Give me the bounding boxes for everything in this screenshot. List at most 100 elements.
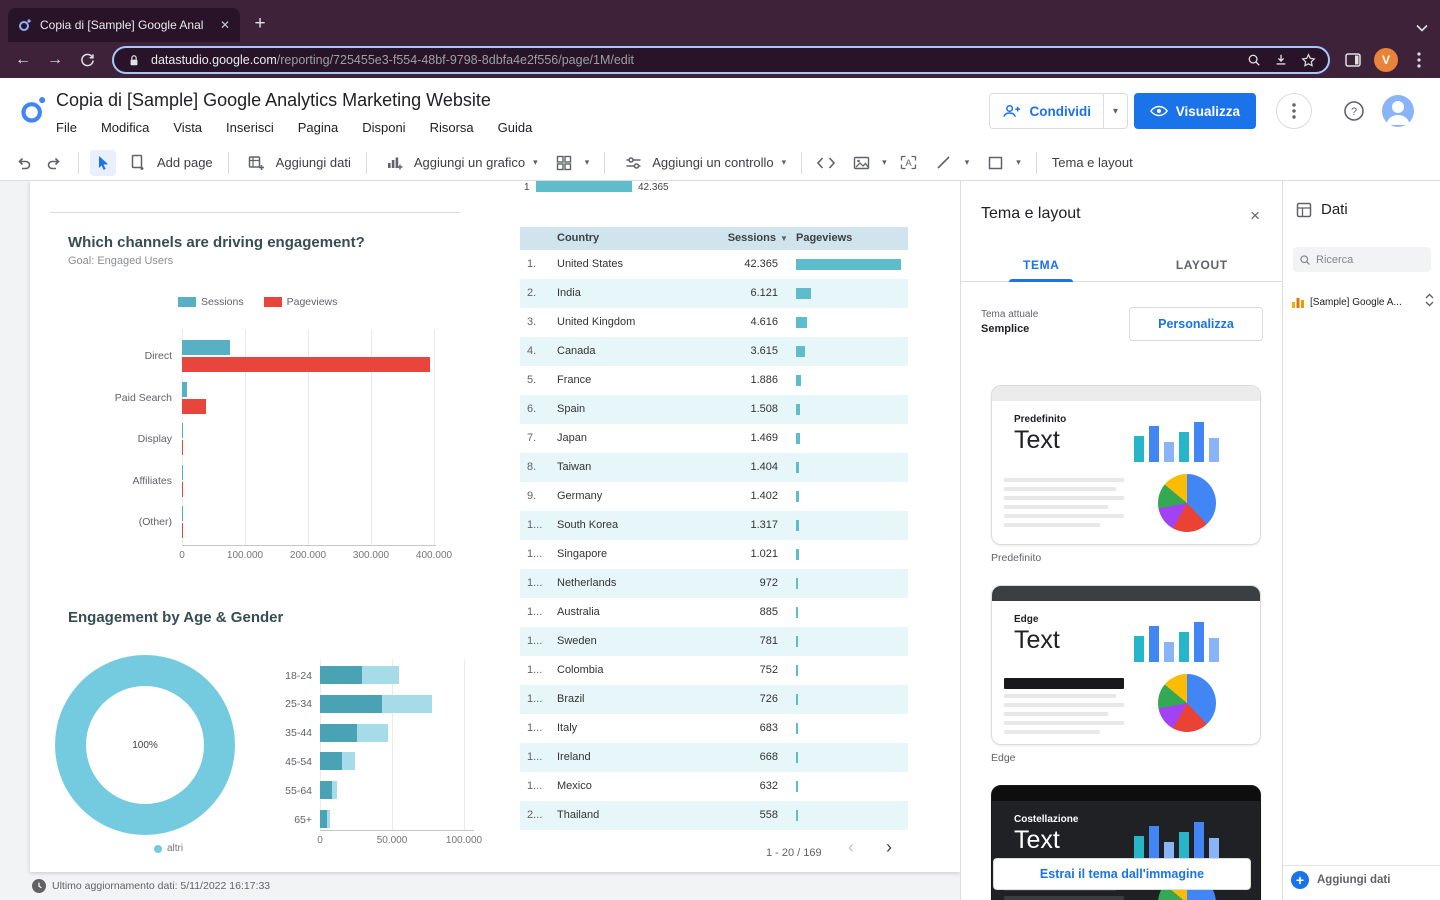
menu-risorsa[interactable]: Risorsa bbox=[430, 120, 474, 135]
undo-button[interactable] bbox=[10, 150, 36, 176]
row-index: 1... bbox=[527, 664, 551, 676]
bookmark-star-icon[interactable] bbox=[1298, 50, 1318, 70]
help-button[interactable]: ? bbox=[1340, 97, 1368, 125]
browser-tab[interactable]: Copia di [Sample] Google Anal ✕ bbox=[8, 8, 240, 42]
table-row[interactable]: 7.Japan1.469 bbox=[520, 424, 908, 453]
add-chart-button[interactable]: Aggiungi un grafico ▾ bbox=[378, 150, 542, 176]
select-tool-button[interactable] bbox=[90, 150, 116, 176]
forward-button[interactable]: → bbox=[40, 46, 70, 74]
donut-chart[interactable]: 100% bbox=[55, 655, 235, 835]
side-panel-icon[interactable] bbox=[1340, 47, 1366, 73]
table-row[interactable]: 1...Mexico632 bbox=[520, 772, 908, 801]
add-page-button[interactable]: Add page bbox=[121, 150, 217, 176]
table-row[interactable]: 3.United Kingdom4.616 bbox=[520, 308, 908, 337]
row-index: 1... bbox=[527, 635, 551, 647]
category-label: Paid Search bbox=[60, 392, 172, 404]
save-icon[interactable] bbox=[1271, 50, 1291, 70]
table-row[interactable]: 8.Taiwan1.404 bbox=[520, 453, 908, 482]
row-pageviews-bar bbox=[796, 549, 799, 560]
pagination-next-icon[interactable]: › bbox=[886, 837, 892, 858]
chevron-down-icon: ▾ bbox=[882, 157, 887, 168]
tab-layout[interactable]: LAYOUT bbox=[1122, 249, 1283, 281]
country-table[interactable]: Country Sessions ▼ Pageviews 1.United St… bbox=[520, 227, 908, 830]
datastudio-logo-icon[interactable] bbox=[20, 94, 48, 126]
table-header[interactable]: Country Sessions ▼ Pageviews bbox=[520, 227, 908, 250]
table-row[interactable]: 1...Australia885 bbox=[520, 598, 908, 627]
table-row[interactable]: 1...Netherlands972 bbox=[520, 569, 908, 598]
table-row[interactable]: 2.India6.121 bbox=[520, 279, 908, 308]
search-icon[interactable] bbox=[1244, 50, 1264, 70]
report-page[interactable]: 1 42.365 Which channels are driving enga… bbox=[30, 181, 960, 872]
workspace: 1 42.365 Which channels are driving enga… bbox=[0, 181, 1440, 900]
share-button[interactable]: Condividi ▾ bbox=[989, 93, 1128, 129]
embed-code-button[interactable] bbox=[813, 150, 839, 176]
bar bbox=[182, 340, 230, 355]
table-row[interactable]: 1...Singapore1.021 bbox=[520, 540, 908, 569]
sort-descending-icon[interactable]: ▼ bbox=[780, 234, 788, 243]
close-icon[interactable]: × bbox=[1250, 206, 1260, 226]
menu-pagina[interactable]: Pagina bbox=[298, 120, 338, 135]
tab-close-icon[interactable]: ✕ bbox=[220, 18, 230, 32]
menu-modifica[interactable]: Modifica bbox=[101, 120, 149, 135]
table-row[interactable]: 2...Thailand558 bbox=[520, 801, 908, 830]
menu-inserisci[interactable]: Inserisci bbox=[226, 120, 274, 135]
community-visualizations-button[interactable]: ▾ bbox=[547, 150, 594, 176]
url-bar[interactable]: datastudio.google.com/reporting/725455e3… bbox=[112, 46, 1330, 74]
browser-menu-icon[interactable] bbox=[1406, 47, 1432, 73]
data-source-item[interactable]: [Sample] Google A... bbox=[1291, 289, 1419, 315]
new-tab-button[interactable]: + bbox=[246, 10, 274, 38]
customize-button[interactable]: Personalizza bbox=[1129, 307, 1263, 341]
header-sessions[interactable]: Sessions bbox=[670, 232, 776, 244]
back-button[interactable]: ← bbox=[8, 46, 38, 74]
add-control-button[interactable]: Aggiungi un controllo ▾ bbox=[616, 150, 790, 176]
insert-shape-button[interactable]: ▾ bbox=[978, 150, 1025, 176]
pagination-prev-icon[interactable]: ‹ bbox=[848, 837, 854, 858]
table-row[interactable]: 4.Canada3.615 bbox=[520, 337, 908, 366]
menu-disponi[interactable]: Disponi bbox=[362, 120, 405, 135]
add-data-button[interactable]: Aggiungi dati bbox=[240, 150, 355, 176]
document-title[interactable]: Copia di [Sample] Google Analytics Marke… bbox=[56, 90, 491, 111]
table-row[interactable]: 1...Brazil726 bbox=[520, 685, 908, 714]
redo-button[interactable] bbox=[41, 150, 67, 176]
table-row[interactable]: 1...Ireland668 bbox=[520, 743, 908, 772]
table-row[interactable]: 5.France1.886 bbox=[520, 366, 908, 395]
add-data-icon bbox=[244, 150, 270, 176]
add-data-footer-button[interactable]: + Aggiungi dati bbox=[1291, 871, 1390, 889]
theme-layout-button[interactable]: Tema e layout bbox=[1048, 155, 1137, 170]
table-row[interactable]: 6.Spain1.508 bbox=[520, 395, 908, 424]
more-options-button[interactable] bbox=[1276, 93, 1312, 129]
insert-image-button[interactable]: ▾ bbox=[844, 150, 891, 176]
tab-tema[interactable]: TEMA bbox=[961, 249, 1122, 281]
browser-profile-avatar[interactable]: V bbox=[1374, 48, 1398, 72]
menu-guida[interactable]: Guida bbox=[498, 120, 533, 135]
tab-search-chevron-icon[interactable] bbox=[1416, 24, 1428, 32]
table-row[interactable]: 9.Germany1.402 bbox=[520, 482, 908, 511]
table-row[interactable]: 1...Italy683 bbox=[520, 714, 908, 743]
table-row[interactable]: 1...Sweden781 bbox=[520, 627, 908, 656]
extract-theme-button[interactable]: Estrai il tema dall'immagine bbox=[993, 858, 1251, 890]
menu-vista[interactable]: Vista bbox=[173, 120, 202, 135]
add-chart-icon bbox=[382, 150, 408, 176]
theme-card-edge[interactable]: EdgeText bbox=[991, 585, 1261, 745]
table-row[interactable]: 1...Colombia752 bbox=[520, 656, 908, 685]
table-row[interactable]: 1.United States42.365 bbox=[520, 250, 908, 279]
row-country: Spain bbox=[557, 403, 585, 415]
data-search-input[interactable] bbox=[1316, 254, 1425, 266]
insert-line-button[interactable]: ▾ bbox=[927, 150, 974, 176]
row-sessions: 4.616 bbox=[670, 316, 778, 328]
insert-text-button[interactable]: A bbox=[896, 150, 922, 176]
header-pageviews[interactable]: Pageviews bbox=[796, 232, 852, 244]
theme-card-predefinito[interactable]: PredefinitoText bbox=[991, 385, 1261, 545]
data-freshness-icon[interactable] bbox=[32, 879, 46, 893]
reload-button[interactable] bbox=[72, 46, 102, 74]
header-country[interactable]: Country bbox=[557, 232, 599, 244]
share-dropdown-caret[interactable]: ▾ bbox=[1103, 94, 1127, 128]
menu-file[interactable]: File bbox=[56, 120, 77, 135]
data-search-box[interactable] bbox=[1293, 247, 1431, 272]
row-pageviews-bar bbox=[796, 520, 799, 531]
row-country: Australia bbox=[557, 606, 600, 618]
user-avatar[interactable] bbox=[1382, 95, 1414, 127]
collapse-panel-icon[interactable] bbox=[1424, 293, 1435, 307]
table-row[interactable]: 1...South Korea1.317 bbox=[520, 511, 908, 540]
view-button[interactable]: Visualizza bbox=[1134, 93, 1256, 129]
